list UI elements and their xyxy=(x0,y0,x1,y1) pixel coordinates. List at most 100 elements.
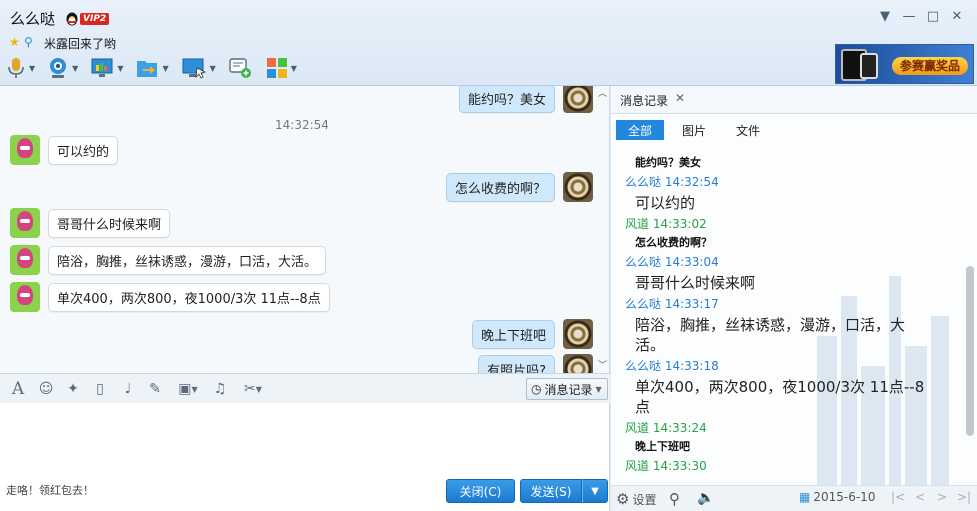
message-row: 哥哥什么时候来啊 xyxy=(10,208,171,238)
add-chat-button[interactable] xyxy=(228,55,252,81)
first-page-icon[interactable]: |< xyxy=(891,490,905,504)
close-icon[interactable]: ✕ xyxy=(675,91,685,105)
chevron-down-icon[interactable]: ▼ xyxy=(117,64,123,73)
settings-button[interactable]: ⚙ 设置 xyxy=(616,490,656,508)
chevron-down-icon[interactable]: ▼ xyxy=(162,64,168,73)
history-sender-time: 风道 14:33:02 xyxy=(625,217,707,231)
chevron-down-icon[interactable]: ▼ xyxy=(291,64,297,73)
message-bubble[interactable]: 晚上下班吧 xyxy=(471,319,555,349)
avatar[interactable] xyxy=(563,86,593,113)
history-footer: ⚙ 设置 ⚲ 🔈 ▦ 2015-6-10 |< < > >| xyxy=(611,485,977,511)
scroll-up-icon[interactable]: ︿ xyxy=(598,86,607,99)
apps-button[interactable]: ▼ xyxy=(266,55,303,81)
history-date: 2015-6-10 xyxy=(813,490,876,504)
history-panel: 消息记录 ✕ 全部 图片 文件 能约吗？美女 么么哒 14:32:54 可以约的… xyxy=(611,86,977,511)
tablet-image xyxy=(860,53,878,79)
send-button[interactable]: 发送(S) xyxy=(520,479,582,503)
screenshot-icon[interactable]: ✂ ▼ xyxy=(238,380,268,398)
last-page-icon[interactable]: >| xyxy=(957,490,971,504)
chat-toolbar: ▼ ▼ ▼ ▼ ▼ ▼ xyxy=(6,55,303,81)
message-record-button[interactable]: ◷ 消息记录 ▼ xyxy=(526,378,608,400)
filter-tab-images[interactable]: 图片 xyxy=(670,120,718,140)
vip-badge[interactable]: VIP2 xyxy=(80,13,110,25)
voice-icon[interactable]: ♩ xyxy=(119,380,137,398)
video-call-button[interactable]: ▼ xyxy=(47,55,84,81)
history-message: 可以约的 xyxy=(635,194,696,212)
minimize-icon[interactable]: — xyxy=(897,6,921,26)
filter-tab-files[interactable]: 文件 xyxy=(724,120,772,140)
history-log[interactable]: 能约吗？美女 么么哒 14:32:54 可以约的 风道 14:33:02 怎么收… xyxy=(625,152,943,474)
tab-message-record[interactable]: 消息记录 xyxy=(620,92,668,109)
avatar[interactable] xyxy=(563,319,593,349)
prev-page-icon[interactable]: < xyxy=(915,490,925,504)
message-input[interactable]: 走咯！领红包去！ 关闭(C) 发送(S) ▼ xyxy=(0,403,610,511)
message-bubble[interactable]: 能约吗？美女 xyxy=(458,86,555,113)
date-picker[interactable]: ▦ 2015-6-10 xyxy=(799,490,875,504)
chat-message-area[interactable]: 14:32:54 能约吗？美女 可以约的 怎么收费的啊？ 哥哥什么时候来啊 陪浴… xyxy=(0,86,610,373)
message-bubble[interactable]: 哥哥什么时候来啊 xyxy=(48,208,171,238)
message-bubble[interactable]: 可以约的 xyxy=(48,135,119,165)
close-button[interactable]: 关闭(C) xyxy=(446,479,515,503)
file-transfer-button[interactable]: ▼ xyxy=(135,55,174,81)
filter-tab-all[interactable]: 全部 xyxy=(616,120,664,140)
history-message: 能约吗？美女 xyxy=(635,156,701,169)
add-chat-icon xyxy=(229,58,251,78)
avatar[interactable] xyxy=(10,208,40,238)
scroll-down-icon[interactable]: ﹀ xyxy=(598,358,607,371)
history-sender-time: 么么哒 14:32:54 xyxy=(625,175,719,189)
gear-icon: ⚙ xyxy=(616,490,630,508)
avatar[interactable] xyxy=(10,135,40,165)
send-options-icon[interactable]: ▼ xyxy=(582,479,608,503)
voice-call-button[interactable]: ▼ xyxy=(6,55,41,81)
history-tab-bar: 消息记录 ✕ xyxy=(611,86,977,114)
chevron-down-icon[interactable]: ▼ xyxy=(210,64,216,73)
contact-name[interactable]: 么么哒 xyxy=(10,8,55,29)
history-sender-time: 么么哒 14:33:17 xyxy=(625,297,719,311)
screen-share-icon xyxy=(91,58,113,77)
font-icon[interactable]: A xyxy=(9,379,27,399)
history-message: 单次400，两次800，夜1000/3次 11点--8点 xyxy=(635,378,925,416)
avatar[interactable] xyxy=(563,172,593,202)
ad-banner[interactable]: 参赛赢奖品 xyxy=(835,44,974,84)
chevron-down-icon: ▼ xyxy=(595,384,602,394)
chevron-down-icon[interactable]: ▼ xyxy=(72,64,78,73)
history-scrollbar[interactable] xyxy=(966,266,974,436)
image-icon[interactable]: ▣ ▼ xyxy=(174,380,202,398)
tip-link[interactable]: 走咯！领红包去！ xyxy=(6,482,94,498)
close-icon[interactable]: ✕ xyxy=(945,6,969,26)
message-bubble[interactable]: 单次400，两次800，夜1000/3次 11点--8点 xyxy=(48,282,330,312)
qzone-icon[interactable]: ⚲ xyxy=(24,35,33,49)
history-sender-time: 么么哒 14:33:18 xyxy=(625,359,719,373)
chevron-down-icon[interactable]: ▼ xyxy=(873,6,897,26)
search-icon[interactable]: ⚲ xyxy=(669,490,680,508)
message-row: 晚上下班吧 xyxy=(471,319,593,349)
maximize-icon[interactable]: □ xyxy=(921,6,945,26)
avatar[interactable] xyxy=(10,282,40,312)
chat-timestamp: 14:32:54 xyxy=(275,118,329,132)
history-message: 陪浴，胸推，丝袜诱惑，漫游，口活，大活。 xyxy=(635,316,906,354)
next-page-icon[interactable]: > xyxy=(937,490,947,504)
screen-share-button[interactable]: ▼ xyxy=(90,55,129,81)
emoji-icon[interactable]: ☺ xyxy=(37,380,55,398)
title-bar: 么么哒 VIP2 ★ ⚲ 米露回来了哟 ▼ — □ ✕ ▼ ▼ ▼ ▼ ▼ ▼ … xyxy=(0,0,977,86)
message-record-label: 消息记录 xyxy=(544,382,593,397)
edit-icon[interactable]: ✎ xyxy=(146,380,164,398)
nudge-icon[interactable]: ✦ xyxy=(64,380,82,398)
signature-text[interactable]: 米露回来了哟 xyxy=(44,35,116,52)
history-sender-time: 风道 14:33:30 xyxy=(625,459,707,473)
chevron-down-icon[interactable]: ▼ xyxy=(29,64,35,73)
message-row: 能约吗？美女 xyxy=(458,86,593,113)
remote-desktop-button[interactable]: ▼ xyxy=(181,55,222,81)
star-icon[interactable]: ★ xyxy=(9,35,20,49)
message-bubble[interactable]: 有照片吗? xyxy=(478,354,555,373)
speaker-icon[interactable]: 🔈 xyxy=(697,490,714,506)
avatar[interactable] xyxy=(563,354,593,373)
gif-icon[interactable]: ▯ xyxy=(91,380,109,398)
file-transfer-icon xyxy=(137,61,158,77)
message-row: 可以约的 xyxy=(10,135,119,165)
message-bubble[interactable]: 陪浴，胸推，丝袜诱惑，漫游，口活，大活。 xyxy=(48,245,327,275)
music-icon[interactable]: ♫ xyxy=(211,380,229,398)
input-toolbar: A ☺ ✦ ▯ ♩ ✎ ▣ ▼ ♫ ✂ ▼ ◷ 消息记录 ▼ xyxy=(0,373,610,403)
message-bubble[interactable]: 怎么收费的啊？ xyxy=(445,172,555,202)
avatar[interactable] xyxy=(10,245,40,275)
